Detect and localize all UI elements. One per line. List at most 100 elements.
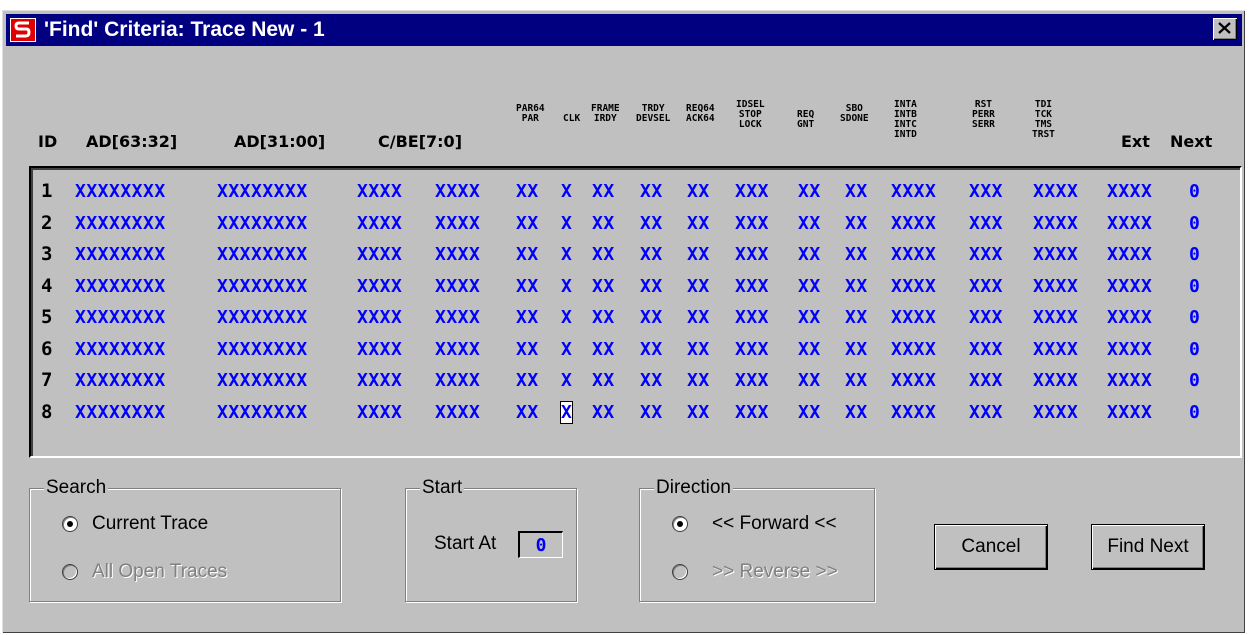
criteria-cell[interactable]: XXXX: [1107, 307, 1152, 328]
criteria-cell[interactable]: XXX: [969, 370, 1003, 391]
criteria-cell[interactable]: XX: [798, 370, 821, 391]
criteria-cell[interactable]: XX: [687, 276, 710, 297]
criteria-cell[interactable]: XX: [592, 339, 615, 360]
criteria-cell[interactable]: XX: [592, 181, 615, 202]
criteria-cell[interactable]: XXX: [969, 244, 1003, 265]
criteria-cell[interactable]: XX: [592, 276, 615, 297]
criteria-cell[interactable]: XX: [640, 370, 663, 391]
radio-button-unchecked[interactable]: [672, 564, 688, 580]
criteria-cell[interactable]: XXXX: [357, 213, 402, 234]
next-state-cell[interactable]: 0: [1189, 339, 1200, 360]
criteria-cell[interactable]: XXX: [735, 244, 769, 265]
criteria-cell[interactable]: XXXX: [435, 402, 480, 423]
criteria-cell[interactable]: XXXX: [357, 402, 402, 423]
criteria-cell[interactable]: XX: [798, 339, 821, 360]
criteria-cell[interactable]: XXX: [969, 181, 1003, 202]
criteria-cell[interactable]: X: [561, 213, 572, 234]
criteria-cell[interactable]: XXXX: [435, 339, 480, 360]
criteria-cell[interactable]: XX: [845, 213, 868, 234]
criteria-cell[interactable]: XX: [516, 307, 539, 328]
criteria-cell[interactable]: XXXXXXXX: [75, 244, 166, 265]
criteria-cell[interactable]: XXXX: [435, 307, 480, 328]
criteria-cell[interactable]: XXXX: [357, 307, 402, 328]
criteria-cell[interactable]: XX: [640, 276, 663, 297]
criteria-cell[interactable]: XXX: [735, 370, 769, 391]
criteria-cell[interactable]: XX: [592, 244, 615, 265]
criteria-cell[interactable]: XXXXXXXX: [217, 307, 308, 328]
criteria-cell[interactable]: XX: [592, 307, 615, 328]
criteria-cell[interactable]: XXXX: [1033, 402, 1078, 423]
criteria-cell[interactable]: XX: [845, 370, 868, 391]
criteria-cell[interactable]: XXXX: [1107, 213, 1152, 234]
criteria-cell[interactable]: XX: [845, 181, 868, 202]
criteria-cell[interactable]: XXXX: [435, 244, 480, 265]
criteria-cell[interactable]: XXXXXXXX: [217, 244, 308, 265]
criteria-cell[interactable]: XXXX: [1107, 402, 1152, 423]
next-state-cell[interactable]: 0: [1189, 244, 1200, 265]
criteria-cell[interactable]: XXXXXXXX: [75, 181, 166, 202]
criteria-cell[interactable]: XXXXXXXX: [217, 181, 308, 202]
criteria-cell[interactable]: XX: [516, 370, 539, 391]
criteria-cell[interactable]: XX: [798, 244, 821, 265]
criteria-cell[interactable]: XX: [687, 181, 710, 202]
criteria-cell[interactable]: XX: [592, 402, 615, 423]
criteria-cell[interactable]: XXXX: [891, 402, 936, 423]
criteria-cell[interactable]: XX: [516, 213, 539, 234]
next-state-cell[interactable]: 0: [1189, 276, 1200, 297]
criteria-cell[interactable]: XXXX: [891, 370, 936, 391]
criteria-cell[interactable]: XX: [798, 276, 821, 297]
criteria-cell[interactable]: XXX: [735, 307, 769, 328]
criteria-cell[interactable]: XXXX: [1033, 370, 1078, 391]
criteria-cell[interactable]: XXXX: [1107, 276, 1152, 297]
criteria-cell[interactable]: X: [561, 307, 572, 328]
radio-button-unchecked[interactable]: [62, 564, 78, 580]
criteria-cell[interactable]: XX: [516, 181, 539, 202]
criteria-cell[interactable]: XXXXXXXX: [75, 339, 166, 360]
criteria-cell[interactable]: XXXX: [357, 181, 402, 202]
criteria-cell[interactable]: XXXXXXXX: [75, 276, 166, 297]
criteria-cell[interactable]: XXXX: [891, 244, 936, 265]
criteria-cell[interactable]: XXXX: [435, 213, 480, 234]
radio-button-checked[interactable]: [62, 516, 78, 532]
radio-button-checked[interactable]: [672, 516, 688, 532]
criteria-cell[interactable]: XX: [687, 370, 710, 391]
criteria-cell[interactable]: XXXX: [891, 213, 936, 234]
criteria-cell[interactable]: XXXX: [357, 370, 402, 391]
criteria-cell[interactable]: XXXXXXXX: [75, 402, 166, 423]
criteria-cell[interactable]: XXXX: [1033, 339, 1078, 360]
criteria-cell[interactable]: XXXX: [357, 276, 402, 297]
criteria-cell[interactable]: XXXXXXXX: [75, 213, 166, 234]
criteria-cell[interactable]: XXX: [969, 276, 1003, 297]
criteria-cell[interactable]: XXXX: [1107, 339, 1152, 360]
criteria-cell[interactable]: X: [561, 370, 572, 391]
criteria-cell[interactable]: XX: [516, 276, 539, 297]
criteria-cell[interactable]: XXXX: [1107, 181, 1152, 202]
criteria-cell[interactable]: XXX: [969, 213, 1003, 234]
find-next-button[interactable]: Find Next: [1091, 524, 1205, 570]
criteria-cell[interactable]: XX: [845, 276, 868, 297]
criteria-cell[interactable]: XXXX: [891, 181, 936, 202]
criteria-cell[interactable]: XXXXXXXX: [75, 370, 166, 391]
criteria-cell[interactable]: X: [561, 276, 572, 297]
criteria-cell[interactable]: XX: [798, 181, 821, 202]
criteria-cell[interactable]: XXXX: [1033, 244, 1078, 265]
criteria-cell[interactable]: XX: [640, 181, 663, 202]
radio-all-open-traces[interactable]: All Open Traces: [62, 561, 227, 583]
radio-reverse[interactable]: >> Reverse >>: [672, 561, 838, 583]
close-button[interactable]: [1213, 18, 1237, 40]
criteria-cell[interactable]: XXXX: [1033, 276, 1078, 297]
criteria-cell[interactable]: XX: [798, 402, 821, 423]
next-state-cell[interactable]: 0: [1189, 181, 1200, 202]
criteria-cell[interactable]: XXXX: [435, 181, 480, 202]
radio-forward[interactable]: << Forward <<: [672, 513, 837, 535]
criteria-cell[interactable]: XX: [845, 402, 868, 423]
criteria-cell[interactable]: XX: [687, 307, 710, 328]
criteria-cell[interactable]: XX: [640, 402, 663, 423]
criteria-cell[interactable]: XXX: [735, 339, 769, 360]
criteria-cell[interactable]: XXX: [969, 339, 1003, 360]
title-bar[interactable]: 'Find' Criteria: Trace New - 1: [6, 14, 1242, 46]
criteria-cell[interactable]: XXXX: [1107, 244, 1152, 265]
criteria-cell[interactable]: XX: [798, 307, 821, 328]
criteria-cell[interactable]: XXX: [735, 276, 769, 297]
criteria-cell[interactable]: X: [559, 400, 574, 424]
